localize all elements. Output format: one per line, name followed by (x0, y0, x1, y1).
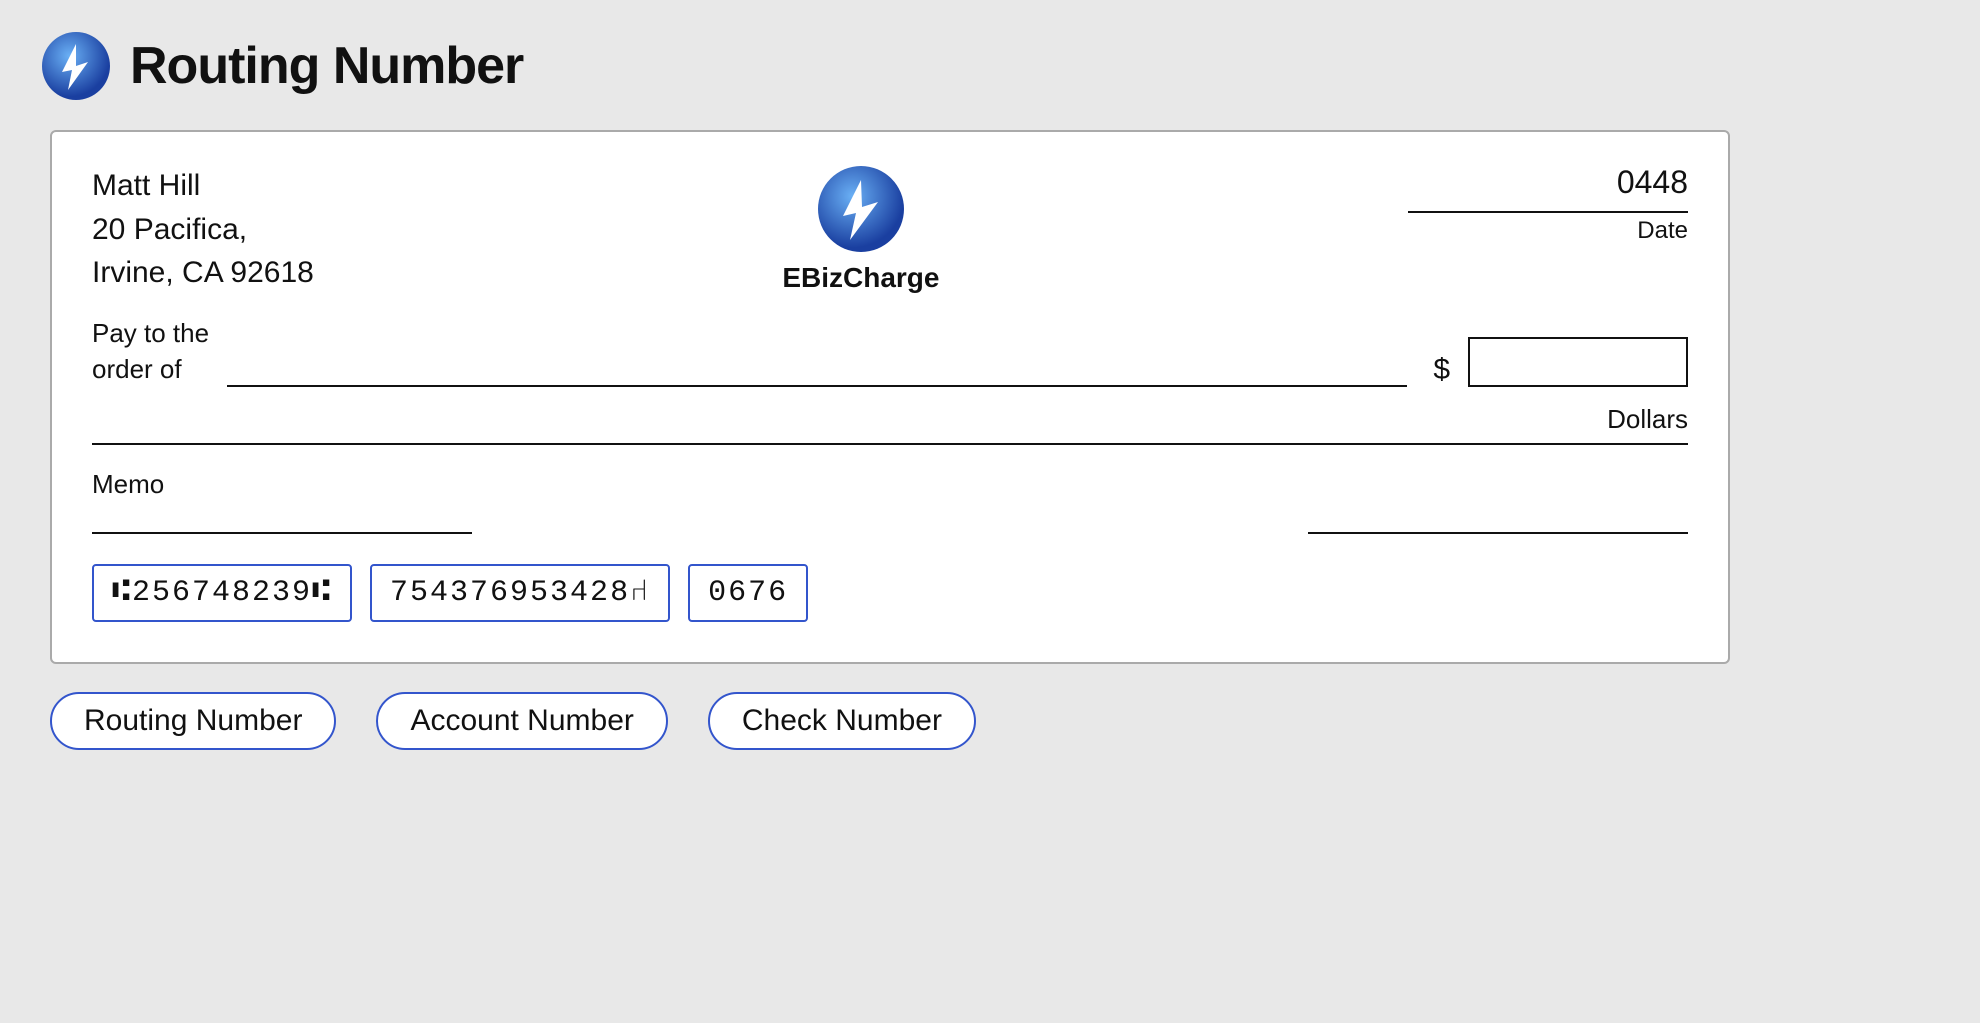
amount-input[interactable] (1468, 337, 1688, 387)
check-name-address: Matt Hill 20 Pacifica, Irvine, CA 92618 (92, 164, 314, 295)
check-name: Matt Hill (92, 164, 314, 208)
micr-routing: ⑆256748239⑆ (92, 564, 352, 622)
page-title: Routing Number (130, 36, 523, 96)
account-number-label: Account Number (376, 692, 667, 750)
micr-account: 754376953428⑁ (370, 564, 670, 622)
written-amount-line (92, 403, 1595, 435)
pay-to-label: Pay to theorder of (92, 315, 209, 388)
dollars-label: Dollars (1595, 404, 1688, 435)
check-number: 0448 (1617, 164, 1688, 201)
dollar-sign: $ (1433, 353, 1450, 387)
pay-to-line (227, 355, 1407, 387)
check-address-line1: 20 Pacifica, (92, 208, 314, 252)
labels-row: Routing Number Account Number Check Numb… (50, 692, 976, 750)
check-top-row: Matt Hill 20 Pacifica, Irvine, CA 92618 … (92, 164, 1688, 295)
memo-label: Memo (92, 469, 472, 500)
check-number-date: 0448 Date (1408, 164, 1688, 245)
pay-to-row: Pay to theorder of $ (92, 315, 1688, 388)
date-label: Date (1637, 217, 1688, 245)
memo-left: Memo (92, 469, 472, 534)
memo-row: Memo (92, 469, 1688, 534)
page-header: Routing Number (40, 30, 523, 102)
date-area: Date (1408, 211, 1688, 245)
logo-text: EBizCharge (782, 262, 939, 294)
check-body: Matt Hill 20 Pacifica, Irvine, CA 92618 … (50, 130, 1730, 664)
date-underline (1408, 211, 1688, 213)
memo-line (92, 506, 472, 534)
routing-icon (40, 30, 112, 102)
micr-check-num: 0676 (688, 564, 808, 622)
check-address-line2: Irvine, CA 92618 (92, 251, 314, 295)
signature-line (1308, 506, 1688, 534)
micr-row: ⑆256748239⑆ 754376953428⑁ 0676 (92, 564, 1688, 622)
check-logo: EBizCharge (782, 164, 939, 294)
routing-number-label: Routing Number (50, 692, 336, 750)
logo-globe-icon (816, 164, 906, 254)
check-number-label: Check Number (708, 692, 976, 750)
written-amount-row: Dollars (92, 403, 1688, 445)
